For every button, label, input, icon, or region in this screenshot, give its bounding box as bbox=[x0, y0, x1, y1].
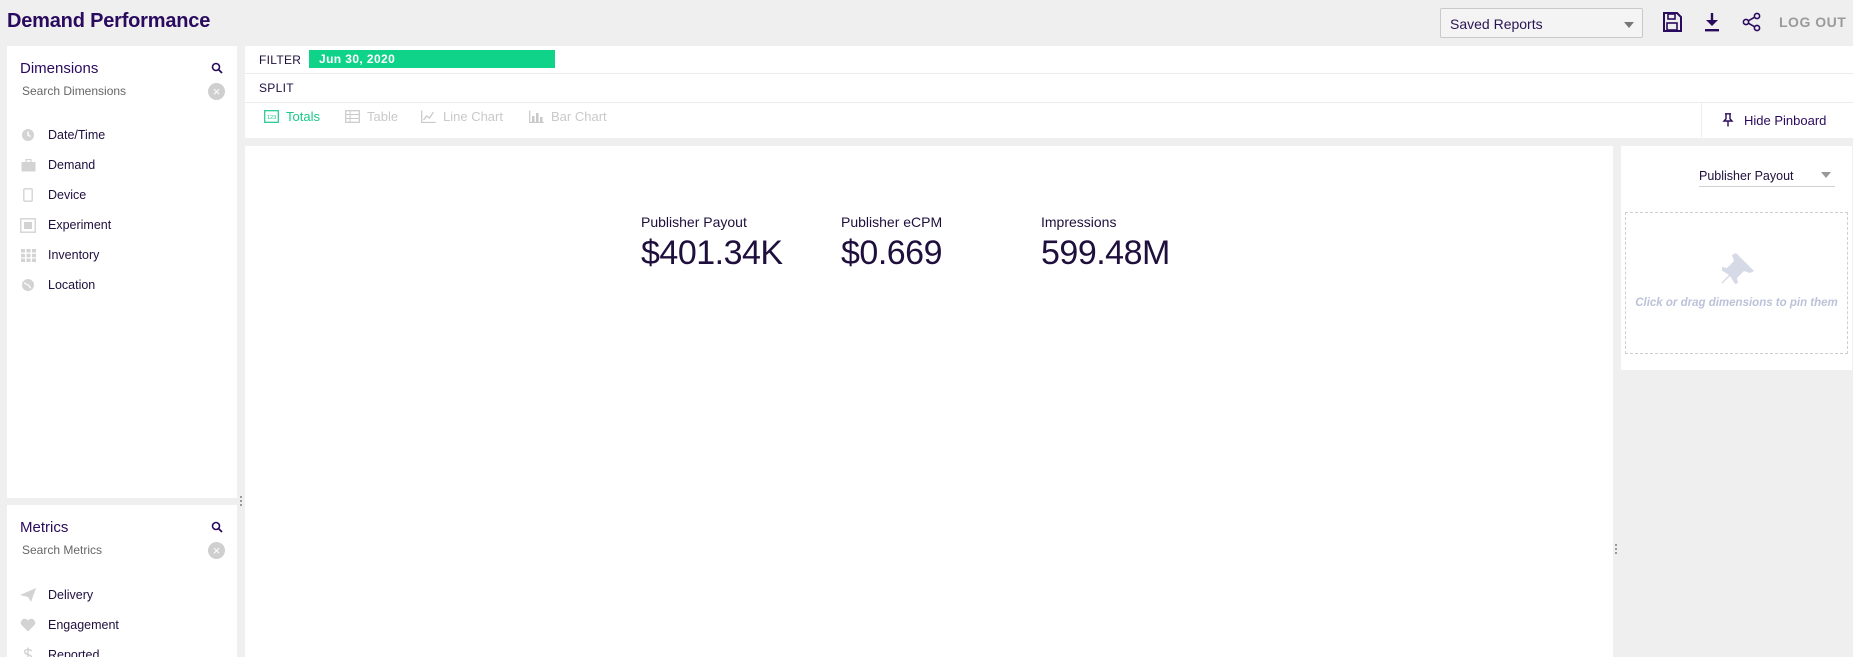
bar-chart-icon bbox=[529, 110, 544, 123]
dollar-icon bbox=[20, 647, 36, 657]
filter-label: FILTER bbox=[259, 53, 302, 67]
pinboard-drop-hint: Click or drag dimensions to pin them bbox=[1635, 297, 1838, 309]
hide-pinboard-button[interactable]: Hide Pinboard bbox=[1701, 103, 1853, 137]
dimension-item-location[interactable]: Location bbox=[20, 274, 95, 296]
device-icon bbox=[20, 187, 36, 203]
dimension-label: Device bbox=[48, 188, 87, 202]
total-label: Publisher eCPM bbox=[841, 214, 943, 230]
table-icon bbox=[345, 110, 360, 123]
paper-plane-icon bbox=[20, 587, 36, 603]
heart-icon bbox=[20, 617, 36, 633]
chevron-down-icon bbox=[1821, 172, 1831, 178]
pinboard-resize-handle[interactable] bbox=[1614, 543, 1618, 557]
tab-totals[interactable]: 123 Totals bbox=[264, 109, 320, 124]
saved-reports-select[interactable]: Saved Reports bbox=[1440, 8, 1643, 38]
metric-item-reported[interactable]: Reported bbox=[20, 644, 99, 657]
query-bar: FILTER Jun 30, 2020 SPLIT 123 Totals Tab… bbox=[245, 46, 1853, 138]
dimension-label: Inventory bbox=[48, 248, 100, 262]
search-icon[interactable] bbox=[211, 62, 223, 74]
metric-label: Reported bbox=[48, 648, 100, 657]
briefcase-icon bbox=[20, 157, 36, 173]
tab-table[interactable]: Table bbox=[345, 109, 398, 124]
pinboard-drop-zone[interactable]: Click or drag dimensions to pin them bbox=[1625, 212, 1848, 354]
total-label: Publisher Payout bbox=[641, 214, 747, 230]
total-card: Publisher Payout $401.34K bbox=[641, 214, 783, 273]
dimension-label: Experiment bbox=[48, 218, 112, 232]
grid-icon bbox=[20, 247, 36, 263]
tab-label: Table bbox=[367, 109, 399, 124]
chevron-down-icon bbox=[1624, 22, 1634, 28]
tab-label: Bar Chart bbox=[551, 109, 607, 124]
split-row[interactable]: SPLIT bbox=[245, 74, 1853, 103]
split-label: SPLIT bbox=[259, 81, 294, 95]
clock-icon bbox=[20, 127, 36, 143]
total-card: Impressions 599.48M bbox=[1041, 214, 1170, 273]
metric-item-delivery[interactable]: Delivery bbox=[20, 584, 93, 606]
tab-label: Totals bbox=[286, 109, 320, 124]
top-bar: Demand Performance Saved Reports LOG OUT bbox=[0, 0, 1853, 44]
hide-pinboard-label: Hide Pinboard bbox=[1744, 112, 1827, 128]
experiment-icon bbox=[20, 217, 36, 233]
save-icon[interactable] bbox=[1660, 10, 1684, 34]
download-icon[interactable] bbox=[1700, 10, 1724, 34]
pushpin-icon bbox=[1722, 253, 1754, 284]
dimension-label: Demand bbox=[48, 158, 96, 172]
dimension-item-device[interactable]: Device bbox=[20, 184, 86, 206]
search-icon[interactable] bbox=[211, 521, 223, 533]
svg-text:123: 123 bbox=[267, 115, 276, 121]
line-chart-icon bbox=[421, 110, 436, 123]
total-value: $401.34K bbox=[641, 234, 783, 272]
metric-label: Engagement bbox=[48, 618, 119, 632]
pinboard-panel: Publisher Payout Click or drag dimension… bbox=[1621, 146, 1852, 370]
dimensions-search-input[interactable] bbox=[22, 84, 202, 98]
total-card: Publisher eCPM $0.669 bbox=[841, 214, 943, 273]
totals-view: Publisher Payout $401.34K Publisher eCPM… bbox=[245, 146, 1613, 657]
dimension-item-date-time[interactable]: Date/Time bbox=[20, 124, 105, 146]
tab-label: Line Chart bbox=[443, 109, 503, 124]
metric-label: Delivery bbox=[48, 588, 94, 602]
tab-line-chart[interactable]: Line Chart bbox=[421, 109, 503, 124]
pin-icon bbox=[1722, 113, 1734, 127]
filter-pill-date[interactable]: Jun 30, 2020 bbox=[309, 50, 555, 68]
globe-icon bbox=[20, 277, 36, 293]
page-title: Demand Performance bbox=[7, 10, 211, 32]
dimension-item-inventory[interactable]: Inventory bbox=[20, 244, 99, 266]
saved-reports-label: Saved Reports bbox=[1450, 16, 1543, 32]
clear-search-icon[interactable]: × bbox=[208, 542, 225, 559]
pinboard-metric-select[interactable]: Publisher Payout bbox=[1699, 167, 1835, 187]
metric-item-engagement[interactable]: Engagement bbox=[20, 614, 119, 636]
dimensions-title: Dimensions bbox=[20, 60, 99, 77]
filter-row: FILTER Jun 30, 2020 bbox=[245, 46, 1853, 74]
total-value: $0.669 bbox=[841, 234, 943, 272]
totals-icon: 123 bbox=[264, 110, 279, 123]
total-label: Impressions bbox=[1041, 214, 1117, 230]
metrics-panel: Metrics × Delivery Engagement Reported bbox=[7, 505, 237, 657]
panel-resize-handle[interactable] bbox=[239, 495, 243, 509]
tab-bar-chart[interactable]: Bar Chart bbox=[529, 109, 607, 124]
total-value: 599.48M bbox=[1041, 234, 1170, 272]
dimensions-panel: Dimensions × Date/Time Demand Device Exp… bbox=[7, 46, 237, 498]
logout-button[interactable]: LOG OUT bbox=[1779, 14, 1846, 30]
clear-search-icon[interactable]: × bbox=[208, 83, 225, 100]
metrics-search-input[interactable] bbox=[22, 543, 202, 557]
dimension-item-experiment[interactable]: Experiment bbox=[20, 214, 111, 236]
pinboard-metric-label: Publisher Payout bbox=[1699, 169, 1794, 183]
metrics-title: Metrics bbox=[20, 519, 69, 536]
share-icon[interactable] bbox=[1740, 10, 1764, 34]
dimension-label: Date/Time bbox=[48, 128, 106, 142]
dimension-item-demand[interactable]: Demand bbox=[20, 154, 95, 176]
dimension-label: Location bbox=[48, 278, 96, 292]
